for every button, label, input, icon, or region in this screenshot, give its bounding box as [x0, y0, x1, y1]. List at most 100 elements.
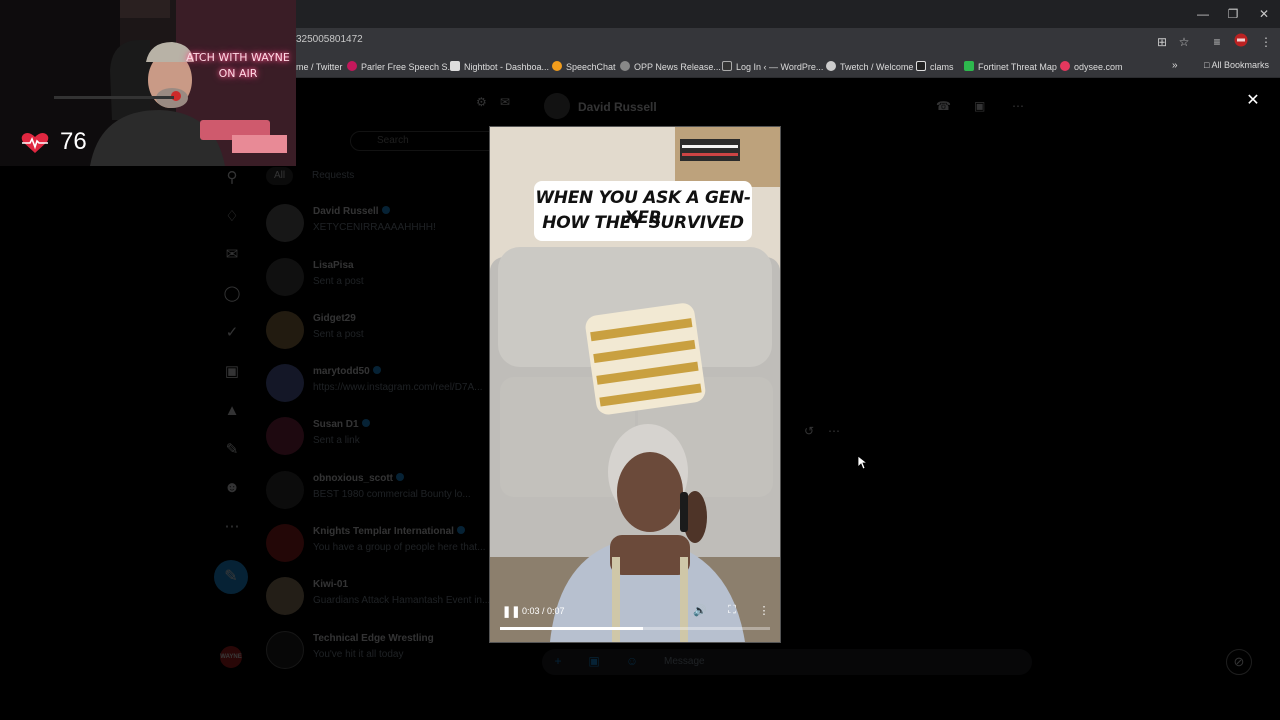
jobs-icon[interactable]: ▲	[222, 401, 242, 421]
video-progress-fill	[500, 627, 644, 630]
conversation-name: Susan D1	[313, 419, 370, 430]
gif-icon[interactable]: ▣	[586, 654, 602, 670]
articles-icon[interactable]: ✎	[222, 440, 242, 460]
verified-badge-icon	[456, 526, 465, 534]
conversation-name: LisaPisa	[313, 260, 354, 271]
conversation-item[interactable]: Gidget29 Sent a post	[258, 311, 520, 364]
screen: — ❐ ✕ 325005801472 ⊞ ☆ ≡ ⋮ me / Twitter …	[0, 0, 1280, 720]
bookmark-item[interactable]: Twetch / Welcome	[826, 60, 913, 74]
avatar	[266, 258, 304, 296]
video-controls: ❚❚ 0:03 / 0:07 🔊 ⛶ ⋮	[490, 597, 780, 642]
verified-badge-icon	[372, 366, 381, 374]
conversation-name: David Russell	[313, 206, 390, 217]
chevron-double-right-icon[interactable]: »	[1172, 60, 1178, 71]
bookmark-item[interactable]: Log In ‹ — WordPre...	[722, 60, 823, 74]
restore-icon[interactable]: ❐	[1220, 4, 1246, 24]
phone-icon[interactable]: ☎	[936, 99, 952, 115]
conversation-item[interactable]: marytodd50 https://www.instagram.com/ree…	[258, 364, 520, 417]
pause-icon[interactable]: ❚❚	[502, 605, 520, 619]
conversation-name: Knights Templar International	[313, 526, 465, 537]
conversation-item[interactable]: David Russell XETYCENIRRAAAAHHHH!	[258, 204, 520, 257]
reply-icon[interactable]: ↺	[804, 424, 820, 440]
conversation-preview: Guardians Attack Hamantash Event in...	[313, 595, 491, 606]
heart-rate-value: 76	[60, 128, 87, 155]
emoji-icon[interactable]: ☺	[624, 654, 640, 670]
grok-icon[interactable]: ◯	[222, 284, 242, 304]
conversation-item[interactable]: LisaPisa Sent a post	[258, 258, 520, 311]
conversation-item[interactable]: Technical Edge Wrestling You've hit it a…	[258, 631, 520, 684]
plus-icon[interactable]: +	[550, 654, 566, 670]
volume-icon[interactable]: 🔊	[693, 604, 707, 618]
bookmark-item[interactable]: clams	[916, 60, 954, 74]
conversation-item[interactable]: Knights Templar International You have a…	[258, 524, 520, 577]
profile-avatar-icon[interactable]	[1232, 33, 1250, 51]
install-app-icon[interactable]: ⊞	[1153, 33, 1171, 51]
conversation-name: Kiwi-01	[313, 579, 349, 590]
conversation-item[interactable]: obnoxious_scott BEST 1980 commercial Bou…	[258, 471, 520, 524]
neon-sign: ATCH WITH WAYNE ON AIR	[180, 50, 296, 82]
video-progress-bar[interactable]	[500, 627, 770, 630]
mail-icon[interactable]: ✉	[222, 245, 242, 265]
avatar	[266, 471, 304, 509]
bell-icon[interactable]: ♢	[222, 207, 242, 227]
bookmark-item[interactable]: OPP News Release...	[620, 60, 721, 74]
chat-title: David Russell	[578, 100, 657, 114]
bookmark-item[interactable]: me / Twitter	[296, 60, 342, 74]
message-composer: + ▣ ☺ Message	[542, 649, 1032, 675]
search-input[interactable]: Search	[350, 131, 510, 151]
video-menu-icon[interactable]: ⋮	[757, 604, 771, 618]
search-icon[interactable]: ⚲	[222, 168, 242, 188]
bookmark-star-icon[interactable]: ☆	[1175, 33, 1193, 51]
conversation-item[interactable]: Kiwi-01 Guardians Attack Hamantash Event…	[258, 577, 520, 630]
conversation-item[interactable]: Susan D1 Sent a link	[258, 417, 520, 470]
settings-gear-icon[interactable]: ⚙	[476, 95, 492, 111]
avatar	[266, 311, 304, 349]
video-player[interactable]: WHEN YOU ASK A GEN-XER HOW THEY SURVIVED…	[489, 126, 781, 643]
heart-rate-icon	[21, 133, 49, 153]
nightbot-icon	[450, 61, 460, 71]
reading-list-icon[interactable]: ≡	[1208, 33, 1226, 51]
verified-icon[interactable]: ✓	[222, 323, 242, 343]
all-bookmarks-button[interactable]: □ All Bookmarks	[1204, 60, 1269, 70]
filter-requests-chip[interactable]: Requests	[304, 167, 362, 185]
more-icon[interactable]: ⋯	[222, 517, 242, 537]
conversation-name: obnoxious_scott	[313, 473, 405, 484]
neon-line-1: ATCH WITH WAYNE	[186, 51, 290, 64]
avatar	[266, 577, 304, 615]
amazon-icon	[916, 61, 926, 71]
left-nav: ⚲ ♢ ✉ ◯ ✓ ▣ ▲ ✎ ☻ ⋯ ✎ WAYNE	[214, 79, 250, 720]
fullscreen-icon[interactable]: ⛶	[725, 604, 739, 618]
video-call-icon[interactable]: ▣	[974, 99, 990, 115]
browser-menu-icon[interactable]: ⋮	[1257, 33, 1275, 51]
grok-fab-icon[interactable]: ⊘	[1226, 649, 1252, 675]
video-time: 0:03 / 0:07	[522, 606, 565, 616]
bookmark-icon[interactable]: ▣	[222, 362, 242, 382]
new-message-icon[interactable]: ✉	[500, 95, 516, 111]
more-options-icon[interactable]: ⋯	[1012, 99, 1028, 115]
verified-badge-icon	[381, 206, 390, 214]
url-text[interactable]: 325005801472	[296, 34, 363, 45]
message-input[interactable]: Message	[664, 656, 705, 667]
globe-icon	[620, 61, 630, 71]
profile-icon[interactable]: ☻	[222, 478, 242, 498]
conversation-name: Gidget29	[313, 313, 356, 324]
bookmark-item[interactable]: Parler Free Speech S...	[347, 60, 455, 74]
account-avatar[interactable]: WAYNE	[220, 646, 242, 668]
compose-post-button[interactable]: ✎	[214, 560, 248, 594]
close-window-icon[interactable]: ✕	[1251, 4, 1277, 24]
bookmark-item[interactable]: SpeechChat	[552, 60, 616, 74]
caption-line-2: HOW THEY SURVIVED	[542, 213, 744, 233]
minimize-icon[interactable]: —	[1190, 4, 1216, 24]
conversation-preview: Sent a link	[313, 435, 360, 446]
verified-badge-icon	[396, 473, 405, 481]
filter-all-chip[interactable]: All	[266, 167, 294, 185]
conversation-list-panel: ⚙ ✉ Search All Requests David Russell XE…	[258, 79, 520, 720]
bookmark-item[interactable]: Nightbot - Dashboa...	[450, 60, 549, 74]
close-media-icon[interactable]: ✕	[1244, 92, 1262, 110]
bookmark-item[interactable]: Fortinet Threat Map	[964, 60, 1057, 74]
bookmark-item[interactable]: odysee.com	[1060, 60, 1123, 74]
odysee-icon	[1060, 61, 1070, 71]
wordpress-icon	[722, 61, 732, 71]
message-more-icon[interactable]: ⋯	[828, 424, 844, 440]
conversation-preview: https://www.instagram.com/reel/D7A...	[313, 382, 483, 393]
